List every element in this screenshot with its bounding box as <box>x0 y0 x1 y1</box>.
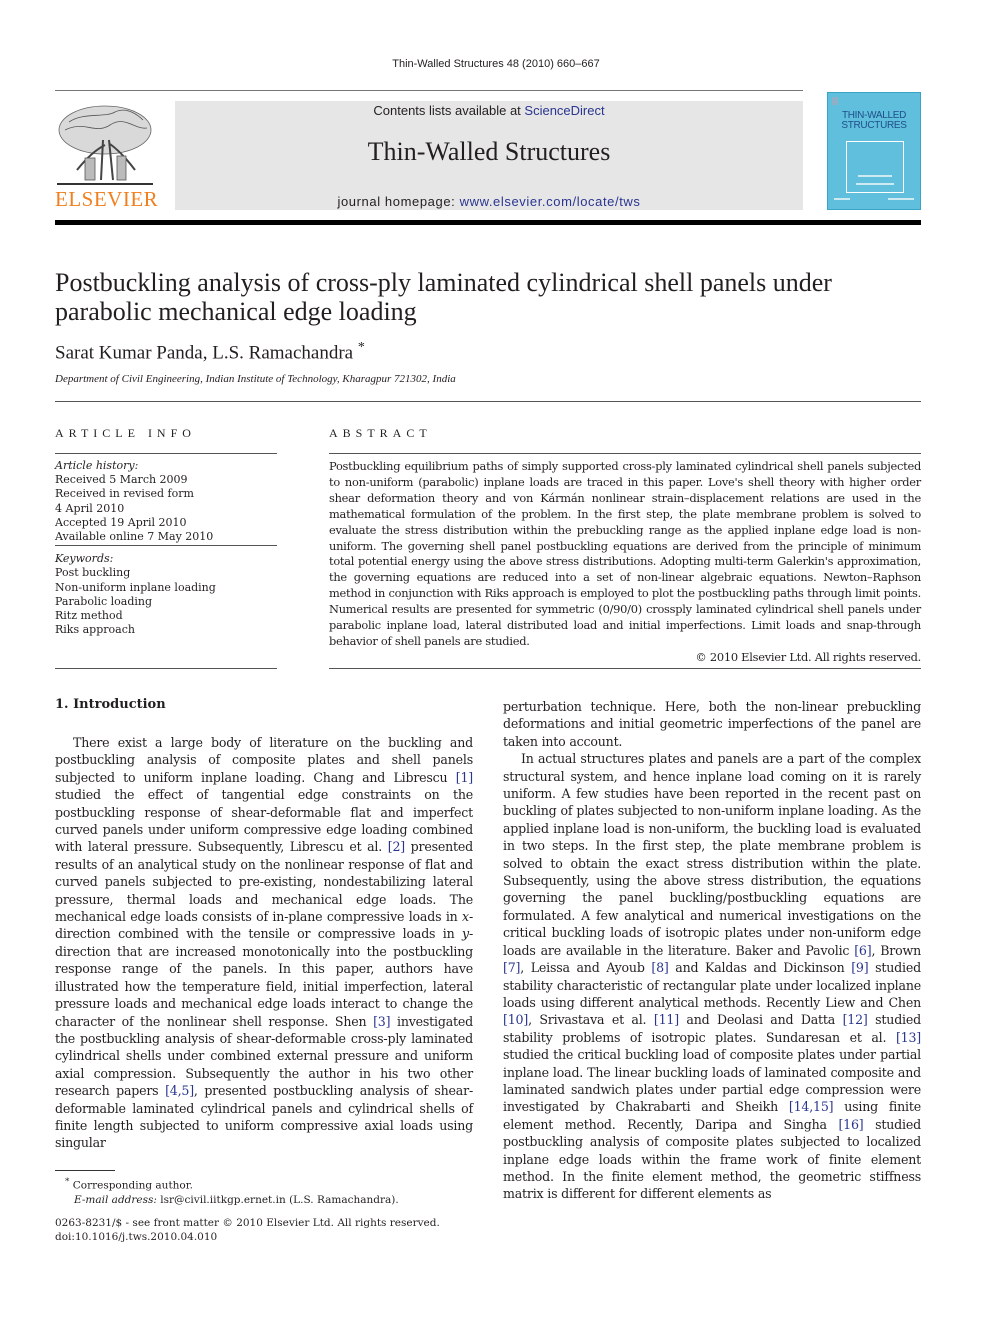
header-rule <box>55 90 803 91</box>
title-rule <box>55 401 921 402</box>
running-head: Thin-Walled Structures 48 (2010) 660–667 <box>392 58 600 70</box>
history-item: Accepted 19 April 2010 <box>55 515 187 529</box>
article-info-heading: ARTICLE INFO <box>55 426 196 440</box>
body-column-right: perturbation technique. Here, both the n… <box>503 698 921 1203</box>
keyword: Non-uniform inplane loading <box>55 580 216 594</box>
abstract-bottom-rule <box>329 668 921 669</box>
homepage-prefix: journal homepage: <box>337 194 460 209</box>
authors: Sarat Kumar Panda, L.S. Ramachandra <box>55 342 354 364</box>
cover-title: THIN-WALLED STRUCTURES <box>841 110 907 131</box>
history-rule <box>55 545 277 547</box>
sciencedirect-link[interactable]: ScienceDirect <box>524 103 604 118</box>
abstract: Postbuckling equilibrium paths of simply… <box>329 459 921 666</box>
body-column-left: There exist a large body of literature o… <box>55 734 473 1152</box>
doi-line[interactable]: doi:10.1016/j.tws.2010.04.010 <box>55 1230 440 1244</box>
abstract-heading: ABSTRACT <box>329 426 432 440</box>
homepage-line: journal homepage: www.elsevier.com/locat… <box>175 194 803 209</box>
issn-line: 0263-8231/$ - see front matter © 2010 El… <box>55 1217 440 1229</box>
paragraph: In actual structures plates and panels a… <box>503 751 921 1202</box>
elsevier-logo[interactable]: ELSEVIER <box>55 100 160 212</box>
cover-text-line <box>858 175 892 177</box>
history-item: 4 April 2010 <box>55 501 125 515</box>
keyword: Ritz method <box>55 609 123 623</box>
paragraph: There exist a large body of literature o… <box>55 735 473 1151</box>
journal-banner: Contents lists available at ScienceDirec… <box>175 101 803 210</box>
keyword: Post buckling <box>55 566 131 580</box>
journal-title: Thin-Walled Structures <box>367 137 611 166</box>
citation-link[interactable]: [11] <box>654 1012 679 1027</box>
history-item: Received in revised form <box>55 487 194 501</box>
keywords-label: Keywords: <box>55 552 114 566</box>
elsevier-wordmark: ELSEVIER <box>55 187 159 211</box>
cover-frame <box>846 141 904 193</box>
cover-text-line <box>834 198 850 200</box>
corresponding-author-mark[interactable]: * <box>358 340 365 355</box>
abstract-text: Postbuckling equilibrium paths of simply… <box>329 459 921 648</box>
citation-link[interactable]: [4,5] <box>165 1083 194 1098</box>
citation-link[interactable]: [12] <box>843 1012 868 1027</box>
header-thick-rule <box>55 220 921 225</box>
citation-link[interactable]: [14,15] <box>789 1099 834 1114</box>
cover-text-line <box>856 183 894 185</box>
article-title: Postbuckling analysis of cross-ply lamin… <box>55 268 832 326</box>
keyword: Parabolic loading <box>55 594 153 608</box>
abstract-rule <box>329 453 921 454</box>
history-item: Received 5 March 2009 <box>55 473 188 487</box>
citation-link[interactable]: [6] <box>854 943 871 958</box>
citation-link[interactable]: [2] <box>388 839 405 854</box>
author-list: Sarat Kumar Panda, L.S. Ramachandra * <box>55 340 365 364</box>
contents-line: Contents lists available at ScienceDirec… <box>175 103 803 118</box>
corresponding-author-note: * Corresponding author. E-mail address: … <box>65 1177 399 1206</box>
abstract-copyright: © 2010 Elsevier Ltd. All rights reserved… <box>695 649 921 664</box>
citation-link[interactable]: [7] <box>503 960 520 975</box>
citation-link[interactable]: [16] <box>838 1117 863 1132</box>
contents-prefix: Contents lists available at <box>373 103 525 118</box>
footnote-rule <box>55 1170 115 1171</box>
citation-link[interactable]: [9] <box>851 960 868 975</box>
paragraph: perturbation technique. Here, both the n… <box>503 699 921 749</box>
journal-cover-thumbnail[interactable]: THIN-WALLED STRUCTURES <box>827 92 921 210</box>
homepage-link[interactable]: www.elsevier.com/locate/tws <box>460 194 641 209</box>
cover-text-line <box>888 198 914 200</box>
keyword: Riks approach <box>55 623 135 637</box>
section-heading-introduction: 1. Introduction <box>55 697 166 712</box>
article-info: Article history: Received 5 March 2009 R… <box>55 459 277 637</box>
history-label: Article history: <box>55 459 139 472</box>
citation-link[interactable]: [1] <box>456 770 473 785</box>
front-matter: 0263-8231/$ - see front matter © 2010 El… <box>55 1216 440 1244</box>
elsevier-tree-icon <box>57 105 153 185</box>
citation-link[interactable]: [8] <box>651 960 668 975</box>
email-address[interactable]: lsr@civil.iitkgp.ernet.in (L.S. Ramachan… <box>157 1194 398 1206</box>
cover-logo-icon <box>832 97 838 105</box>
article-info-rule <box>55 453 277 454</box>
citation-link[interactable]: [3] <box>373 1014 390 1029</box>
affiliation: Department of Civil Engineering, Indian … <box>55 373 456 385</box>
citation-link[interactable]: [13] <box>896 1030 921 1045</box>
article-info-bottom-rule <box>55 668 277 669</box>
citation-link[interactable]: [10] <box>503 1012 528 1027</box>
history-item: Available online 7 May 2010 <box>55 530 214 544</box>
